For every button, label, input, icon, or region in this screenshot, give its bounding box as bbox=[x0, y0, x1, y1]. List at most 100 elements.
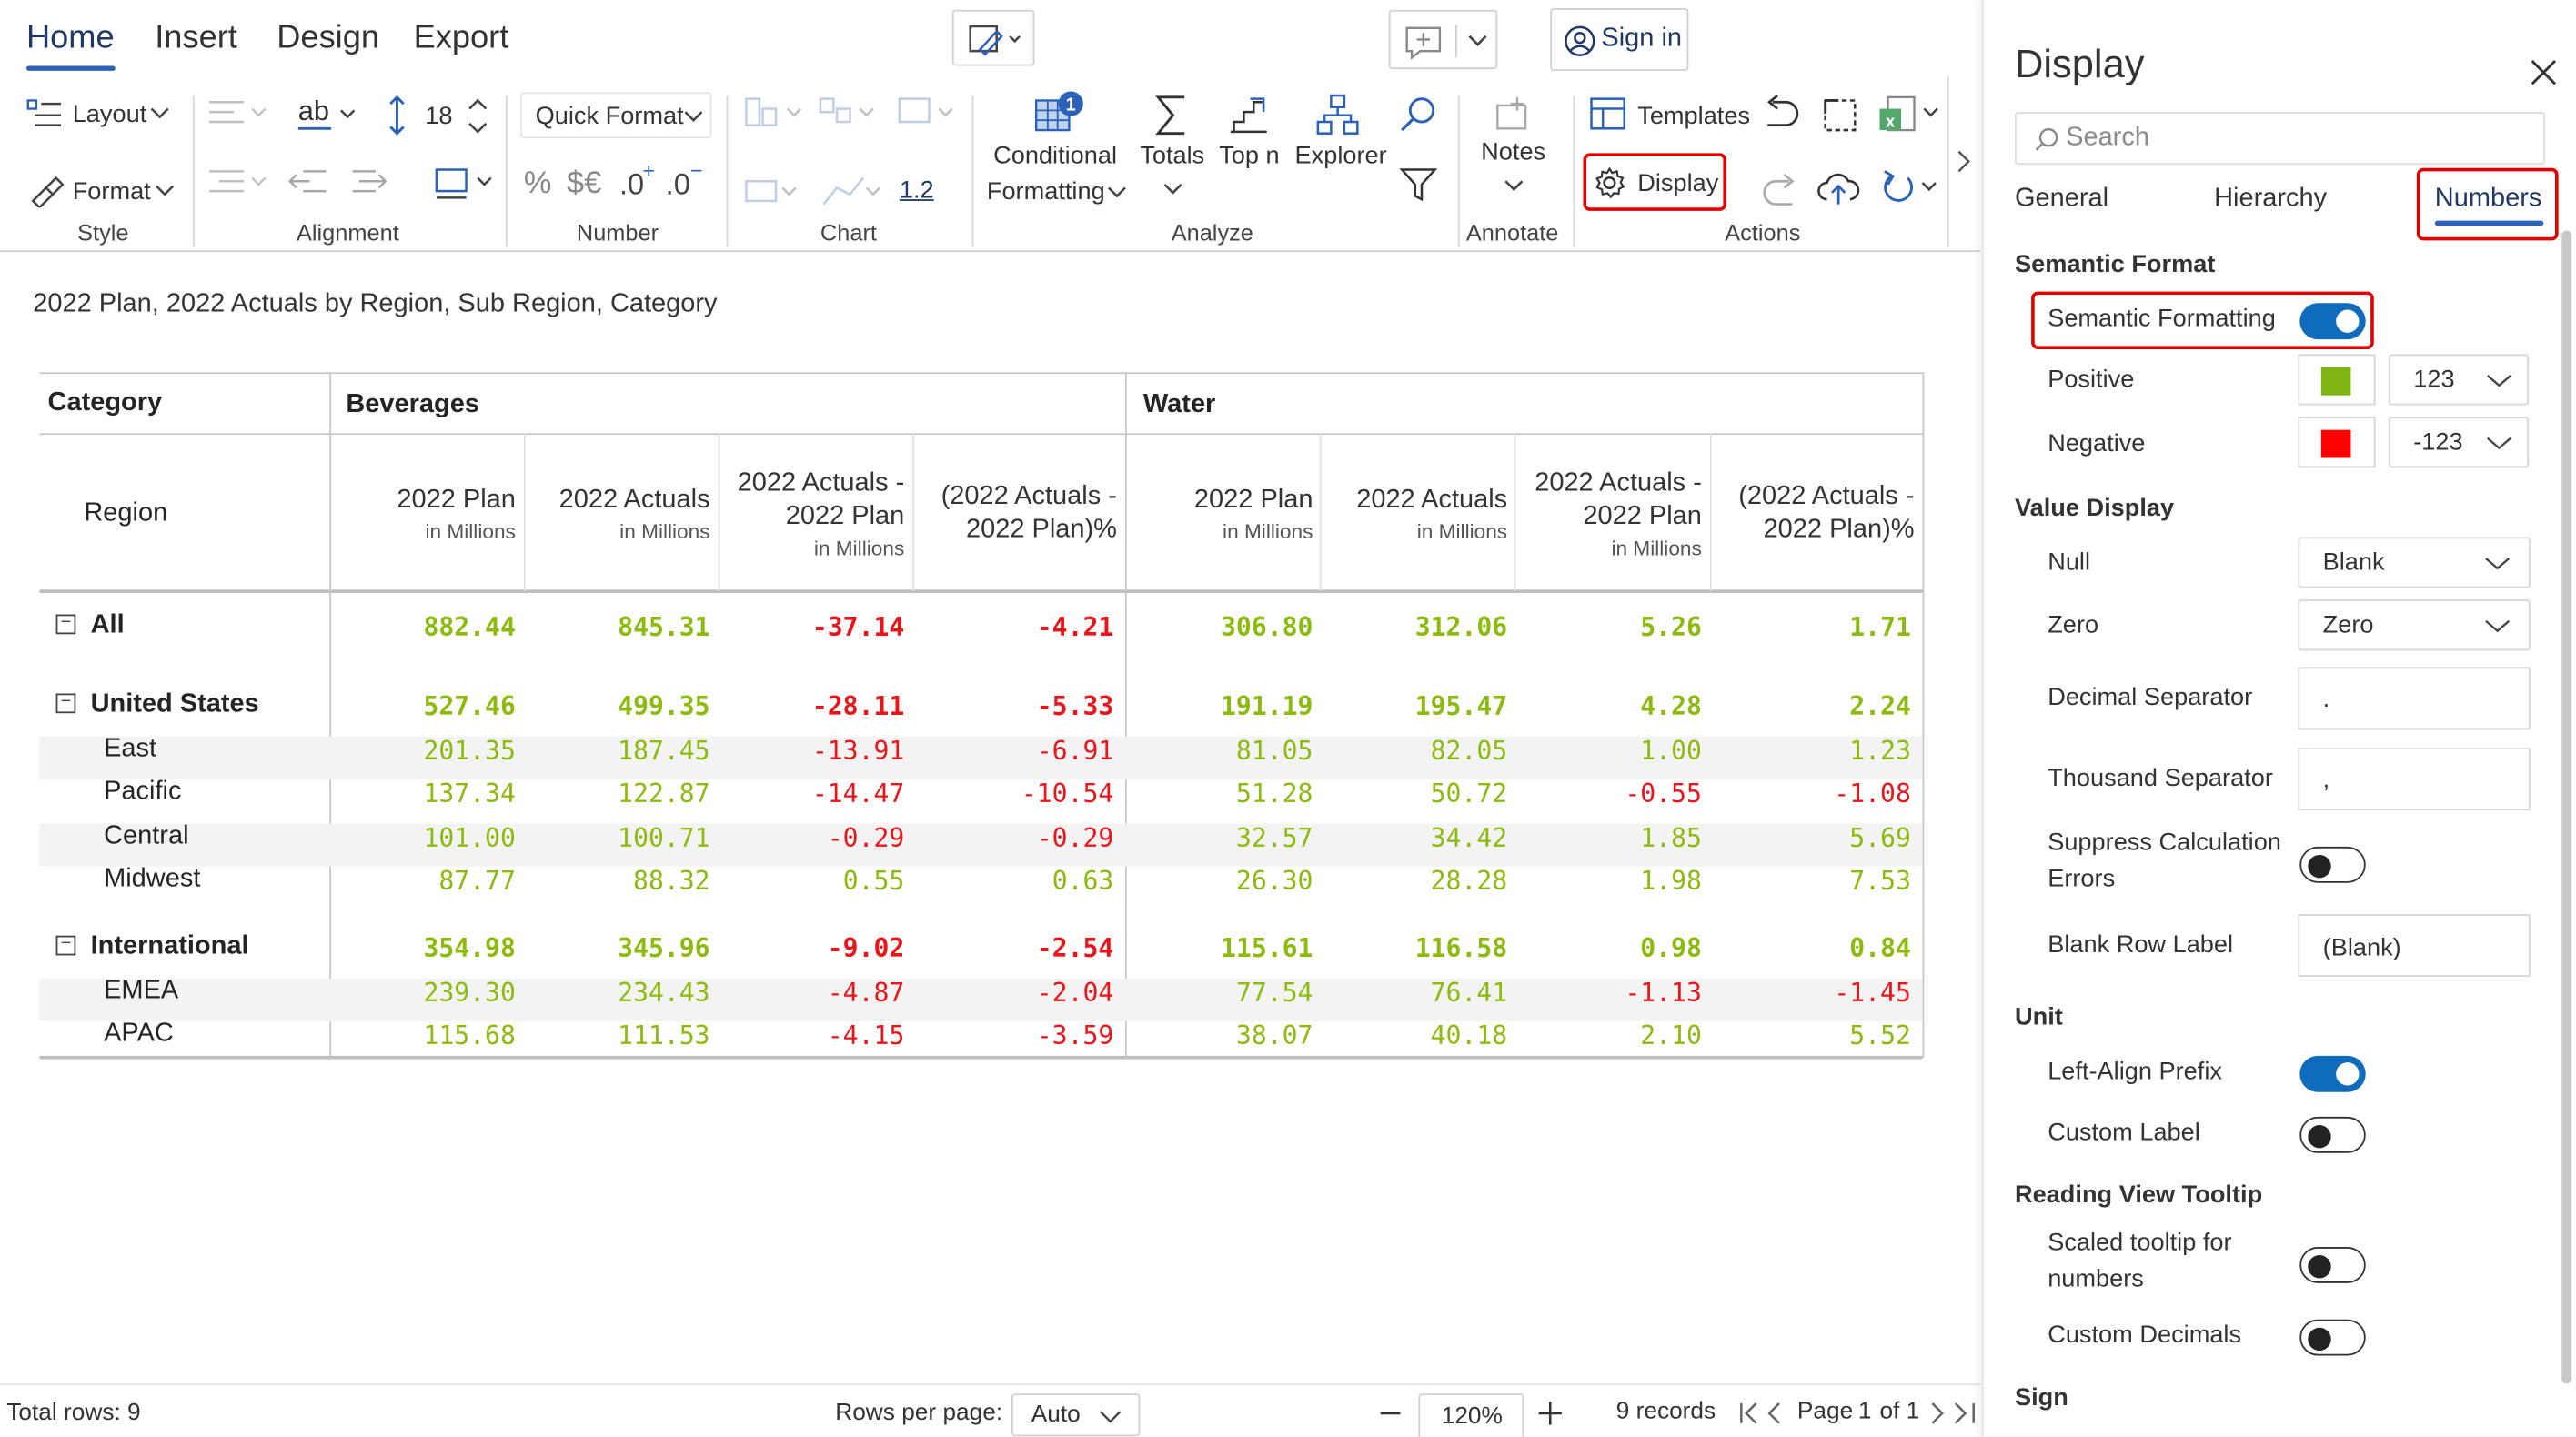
row-label: All bbox=[90, 610, 125, 639]
text-wrap-icon[interactable]: ab bbox=[295, 94, 364, 136]
percent-button[interactable]: % bbox=[524, 166, 552, 203]
rows-per-page-dropdown[interactable]: Auto bbox=[1011, 1393, 1141, 1437]
table-cell: 7.53 bbox=[1849, 866, 1911, 897]
redo-icon[interactable] bbox=[1759, 168, 1802, 207]
negative-label: Negative bbox=[2048, 429, 2146, 458]
column-header-unit: in Millions bbox=[1611, 537, 1702, 560]
indent-icons[interactable] bbox=[287, 165, 396, 201]
column-header: (2022 Actuals - 2022 Plan)% bbox=[911, 481, 1117, 547]
region-header: Region bbox=[84, 498, 168, 528]
chart-scale-button[interactable]: 1.2 bbox=[900, 176, 934, 205]
null-dropdown[interactable]: Blank bbox=[2298, 537, 2531, 588]
conditional-formatting-button[interactable]: Conditional bbox=[993, 142, 1117, 170]
semantic-formatting-toggle[interactable] bbox=[2299, 303, 2366, 340]
zero-dropdown[interactable]: Zero bbox=[2298, 599, 2531, 651]
table-bottom-border bbox=[39, 1055, 1923, 1059]
panel-scrollbar[interactable] bbox=[2561, 230, 2572, 1384]
svg-text:.0: .0 bbox=[666, 167, 690, 201]
tab-numbers[interactable]: Numbers bbox=[2435, 185, 2542, 215]
decimal-buttons-icon[interactable]: .0+ .0− bbox=[616, 158, 715, 205]
quick-format-dropdown[interactable]: Quick Format bbox=[520, 92, 712, 139]
page-current[interactable]: 1 bbox=[1858, 1399, 1872, 1425]
column-header: 2022 Actuals - 2022 Plan in Millions bbox=[1495, 467, 1702, 560]
positive-color-swatch bbox=[2320, 367, 2351, 396]
thousand-separator-input[interactable]: , bbox=[2298, 748, 2531, 811]
currency-button[interactable]: $€ bbox=[567, 166, 601, 203]
column-header-unit: in Millions bbox=[1223, 520, 1313, 544]
table-cell: 2.10 bbox=[1640, 1020, 1702, 1051]
collapse-icon[interactable]: − bbox=[55, 935, 76, 956]
display-button[interactable]: Display bbox=[1637, 170, 1718, 198]
refresh-icon[interactable] bbox=[1878, 168, 1944, 207]
table-cell: 187.45 bbox=[618, 736, 710, 767]
filter-icon[interactable] bbox=[1399, 165, 1438, 204]
custom-label-toggle[interactable] bbox=[2299, 1116, 2366, 1153]
sign-in-button[interactable]: Sign in bbox=[1550, 8, 1689, 71]
table-cell: -9.02 bbox=[827, 933, 905, 964]
search-icon[interactable] bbox=[1397, 94, 1440, 136]
column-header-line1: 2022 Plan bbox=[397, 486, 516, 515]
format-button[interactable]: Format bbox=[73, 178, 151, 206]
zoom-in-icon[interactable] bbox=[1537, 1400, 1564, 1426]
tab-home[interactable]: Home bbox=[26, 20, 115, 58]
totals-button[interactable]: Totals bbox=[1140, 142, 1204, 170]
positive-format-dropdown[interactable]: 123 bbox=[2389, 354, 2530, 406]
ribbon: Home Insert Design Export Sign in Layout… bbox=[0, 0, 1980, 253]
tab-general[interactable]: General bbox=[2015, 185, 2108, 215]
cloud-upload-icon[interactable] bbox=[1816, 168, 1862, 207]
top-n-icon bbox=[1230, 97, 1267, 134]
table-cell: -2.54 bbox=[1036, 933, 1114, 964]
chart-options-icons[interactable] bbox=[741, 171, 890, 214]
edit-mode-button[interactable] bbox=[951, 9, 1035, 66]
suppress-errors-toggle[interactable] bbox=[2299, 846, 2366, 883]
positive-color-picker[interactable] bbox=[2298, 354, 2376, 406]
templates-button[interactable]: Templates bbox=[1637, 102, 1750, 130]
decimal-separator-label: Decimal Separator bbox=[2048, 683, 2253, 712]
align-right-icon[interactable] bbox=[205, 165, 270, 201]
zoom-input[interactable]: 120% bbox=[1418, 1393, 1524, 1437]
collapse-icon[interactable]: − bbox=[55, 614, 76, 635]
blank-row-input[interactable]: (Blank) bbox=[2298, 914, 2531, 977]
tab-hierarchy[interactable]: Hierarchy bbox=[2214, 185, 2327, 215]
custom-decimals-toggle[interactable] bbox=[2299, 1319, 2366, 1356]
undo-icon[interactable] bbox=[1759, 94, 1802, 136]
zoom-out-icon[interactable] bbox=[1377, 1402, 1404, 1424]
column-header-line2: 2022 Plan)% bbox=[1763, 515, 1915, 544]
layout-button[interactable]: Layout bbox=[73, 100, 147, 128]
table-cell: 0.84 bbox=[1849, 933, 1911, 964]
first-prev-page-icons[interactable] bbox=[1738, 1400, 1787, 1426]
rows-per-page-value: Auto bbox=[1031, 1402, 1081, 1429]
table-cell: 0.55 bbox=[842, 866, 905, 897]
panel-search-input[interactable]: Search bbox=[2014, 112, 2546, 166]
border-icon[interactable] bbox=[432, 161, 498, 204]
fit-to-page-icon[interactable] bbox=[1818, 94, 1861, 136]
tab-export[interactable]: Export bbox=[414, 20, 509, 58]
font-size-stepper-icon[interactable] bbox=[467, 95, 489, 138]
tab-insert[interactable]: Insert bbox=[155, 20, 237, 58]
reading-view-heading: Reading View Tooltip bbox=[2014, 1181, 2263, 1210]
explorer-button[interactable]: Explorer bbox=[1295, 142, 1387, 170]
tab-design[interactable]: Design bbox=[277, 20, 379, 58]
decimal-separator-input[interactable]: . bbox=[2298, 667, 2531, 730]
excel-export-icon[interactable]: x bbox=[1878, 92, 1944, 138]
table-cell: 32.57 bbox=[1235, 823, 1313, 854]
group-separator bbox=[971, 95, 974, 247]
next-last-page-icons[interactable] bbox=[1927, 1400, 1977, 1426]
chevron-right-icon[interactable] bbox=[1954, 148, 1974, 175]
collapse-icon[interactable]: − bbox=[55, 693, 76, 714]
font-size-value[interactable]: 18 bbox=[425, 102, 452, 130]
row-header-divider bbox=[329, 372, 332, 1058]
close-icon[interactable] bbox=[2527, 56, 2560, 89]
table-cell: 1.71 bbox=[1849, 612, 1911, 643]
align-left-icon[interactable] bbox=[205, 95, 270, 132]
notes-button[interactable]: Notes bbox=[1481, 138, 1545, 166]
comment-button[interactable] bbox=[1388, 9, 1498, 70]
negative-color-picker[interactable] bbox=[2298, 417, 2376, 468]
negative-format-dropdown[interactable]: -123 bbox=[2389, 417, 2530, 468]
scaled-tooltip-toggle[interactable] bbox=[2299, 1247, 2366, 1283]
left-align-prefix-toggle[interactable] bbox=[2299, 1055, 2366, 1092]
conditional-formatting-label2: Formatting bbox=[986, 177, 1105, 206]
chart-type-icons[interactable] bbox=[741, 92, 965, 135]
table-cell: 5.69 bbox=[1849, 823, 1911, 854]
top-n-button[interactable]: Top n bbox=[1219, 142, 1279, 170]
